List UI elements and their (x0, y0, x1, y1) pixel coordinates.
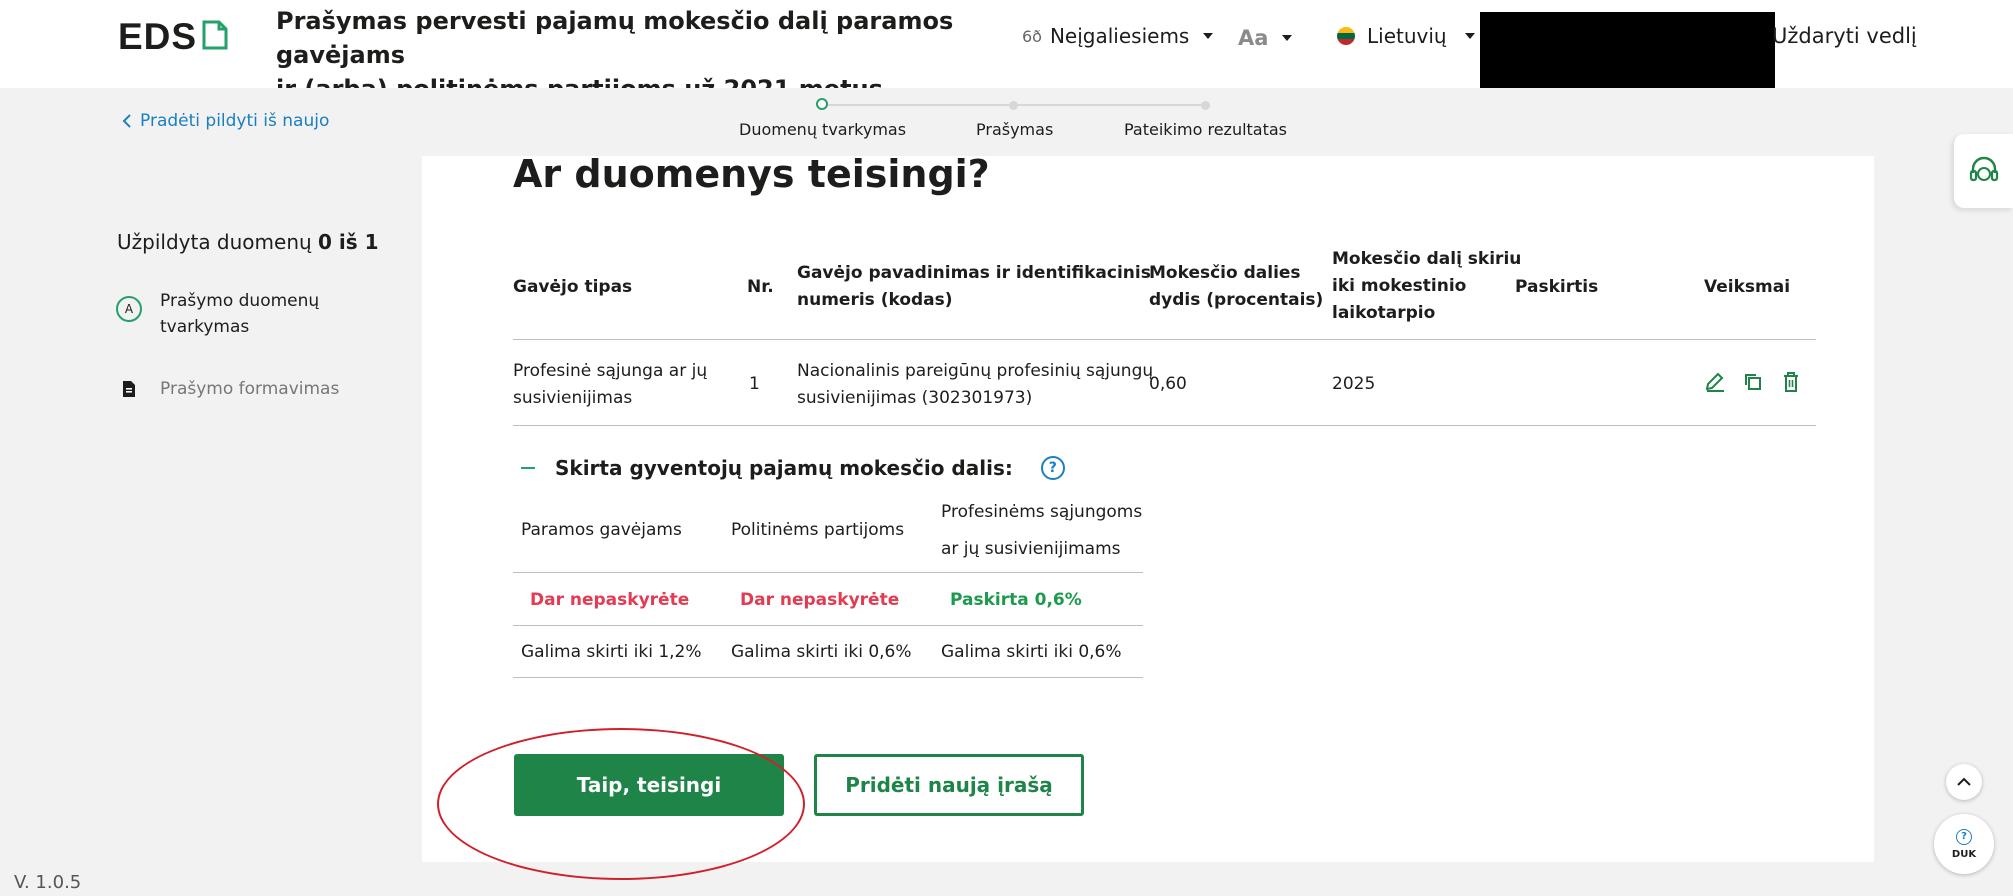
sidebar-item-label: Prašymo formavimas (160, 379, 340, 399)
faq-button[interactable]: ? DUK (1934, 814, 1994, 874)
sidebar-item-label-line1: Prašymo duomenų (160, 291, 320, 311)
delete-trash-icon[interactable] (1780, 370, 1802, 394)
faq-label: DUK (1951, 848, 1977, 860)
support-headset-button[interactable] (1954, 134, 2013, 208)
redacted-user-area (1480, 12, 1775, 88)
font-size-label: Aa (1238, 26, 1269, 50)
progress-value: 0 iš 1 (318, 230, 379, 254)
sidebar-item-label-line2: tvarkymas (160, 317, 250, 337)
col-header-share: Mokesčio dalies dydis (procentais) (1149, 260, 1323, 314)
chevron-left-icon (122, 114, 131, 128)
cell-name: Nacionalinis pareigūnų profesinių sąjung… (797, 358, 1153, 412)
col-header-purpose: Paskirtis (1515, 277, 1599, 297)
summary-limit-parties: Galima skirti iki 0,6% (731, 642, 912, 662)
sidebar-item-forming[interactable]: Prašymo formavimas (116, 376, 339, 402)
summary-status-unions: Paskirta 0,6% (950, 590, 1082, 610)
chevron-down-icon (1282, 35, 1293, 41)
col-header-period: Mokesčio dalį skiriu iki mokestinio laik… (1332, 246, 1521, 327)
document-icon (116, 376, 142, 402)
chevron-up-icon (1957, 777, 1971, 786)
cell-share: 0,60 (1149, 374, 1187, 394)
summary-title: Skirta gyventojų pajamų mokesčio dalis: (555, 456, 1013, 480)
page-title: Ar duomenys teisingi? (513, 152, 990, 196)
language-label: Lietuvių (1367, 24, 1447, 48)
help-question-icon[interactable]: ? (1040, 456, 1065, 480)
headset-icon (1969, 156, 1998, 182)
step-dot-1 (816, 98, 828, 110)
close-guide-link[interactable]: Uždaryti vedlį (1772, 24, 1917, 48)
table-row-divider (513, 425, 1816, 426)
col-header-share-line1: Mokesčio dalies (1149, 263, 1301, 283)
glasses-icon: 6ð (1022, 26, 1042, 46)
step-label-data: Duomenų tvarkymas (739, 120, 907, 139)
cell-nr: 1 (749, 374, 760, 394)
copy-icon[interactable] (1742, 370, 1764, 394)
summary-status-divider (513, 625, 1143, 626)
edit-pencil-icon[interactable] (1704, 370, 1726, 394)
step-dot-3 (1201, 101, 1210, 110)
document-icon (201, 19, 229, 55)
cell-type: Profesinė sąjunga ar jų susivienijimas (513, 358, 707, 412)
cell-type-line2: susivienijimas (513, 388, 633, 408)
col-header-type: Gavėjo tipas (513, 277, 633, 297)
summary-toggle[interactable]: Skirta gyventojų pajamų mokesčio dalis: … (521, 456, 1065, 480)
progress-prefix: Užpildyta duomenų (117, 230, 312, 254)
help-question-icon: ? (1956, 828, 1972, 845)
summary-col-unions-line1: Profesinėms sąjungoms (941, 502, 1143, 522)
step-label-result: Pateikimo rezultatas (1124, 120, 1288, 139)
collapse-minus-icon (521, 467, 535, 469)
summary-limit-divider (513, 677, 1143, 678)
summary-status-support: Dar nepaskyrėte (530, 590, 690, 610)
document-title-line1: Prašymas pervesti pajamų mokesčio dalį p… (276, 7, 954, 69)
sidebar-item-data[interactable]: A Prašymo duomenų tvarkymas (116, 288, 319, 340)
eds-logo[interactable]: EDS (118, 16, 229, 58)
restart-link[interactable]: Pradėti pildyti iš naujo (122, 111, 329, 131)
summary-limit-support: Galima skirti iki 1,2% (521, 642, 702, 662)
summary-limit-unions: Galima skirti iki 0,6% (941, 642, 1122, 662)
accessibility-menu[interactable]: 6ð Neįgaliesiems (1022, 24, 1214, 48)
chevron-down-icon (1464, 33, 1475, 39)
restart-label: Pradėti pildyti iš naujo (140, 111, 330, 131)
summary-col-unions: Profesinėms sąjungoms ar jų susivienijim… (941, 494, 1142, 568)
summary-status-parties: Dar nepaskyrėte (740, 590, 900, 610)
summary-col-unions-line2: ar jų susivienijimams (941, 539, 1121, 559)
step-dot-2 (1009, 101, 1018, 110)
col-header-period-line2: iki mokestinio (1332, 276, 1467, 296)
cell-period: 2025 (1332, 374, 1376, 394)
summary-col-parties: Politinėms partijoms (731, 520, 905, 540)
confirm-correct-button[interactable]: Taip, teisingi (514, 754, 784, 816)
language-menu[interactable]: Lietuvių (1337, 24, 1475, 48)
col-header-name-line2: numeris (kodas) (797, 290, 953, 310)
progress-summary: Užpildyta duomenų 0 iš 1 (117, 230, 379, 254)
accessibility-label: Neįgaliesiems (1049, 24, 1190, 48)
version-label: V. 1.0.5 (14, 872, 82, 893)
cell-type-line1: Profesinė sąjunga ar jų (513, 361, 708, 381)
cell-name-line2: susivienijimas (302301973) (797, 388, 1033, 408)
col-header-period-line1: Mokesčio dalį skiriu (1332, 249, 1522, 269)
summary-header-divider (513, 572, 1143, 573)
logo-text: EDS (118, 16, 198, 57)
step-label-request: Prašymas (976, 120, 1054, 139)
col-header-nr: Nr. (747, 277, 774, 297)
table-header-divider (513, 339, 1816, 340)
font-size-menu[interactable]: Aa (1238, 26, 1293, 50)
step-badge-a: A (116, 296, 142, 322)
left-sidebar (14, 156, 422, 862)
col-header-share-line2: dydis (procentais) (1149, 290, 1324, 310)
col-header-name: Gavėjo pavadinimas ir identifikacinis nu… (797, 260, 1151, 314)
cell-name-line1: Nacionalinis pareigūnų profesinių sąjung… (797, 361, 1154, 381)
col-header-period-line3: laikotarpio (1332, 303, 1436, 323)
summary-col-support: Paramos gavėjams (521, 520, 682, 540)
row-actions (1704, 370, 1802, 394)
scroll-to-top-button[interactable] (1946, 764, 1982, 800)
col-header-actions: Veiksmai (1704, 277, 1791, 297)
col-header-name-line1: Gavėjo pavadinimas ir identifikacinis (797, 263, 1151, 283)
chevron-down-icon (1203, 33, 1214, 39)
add-new-record-button[interactable]: Pridėti naują įrašą (814, 754, 1084, 816)
lithuania-flag-icon (1337, 27, 1355, 45)
